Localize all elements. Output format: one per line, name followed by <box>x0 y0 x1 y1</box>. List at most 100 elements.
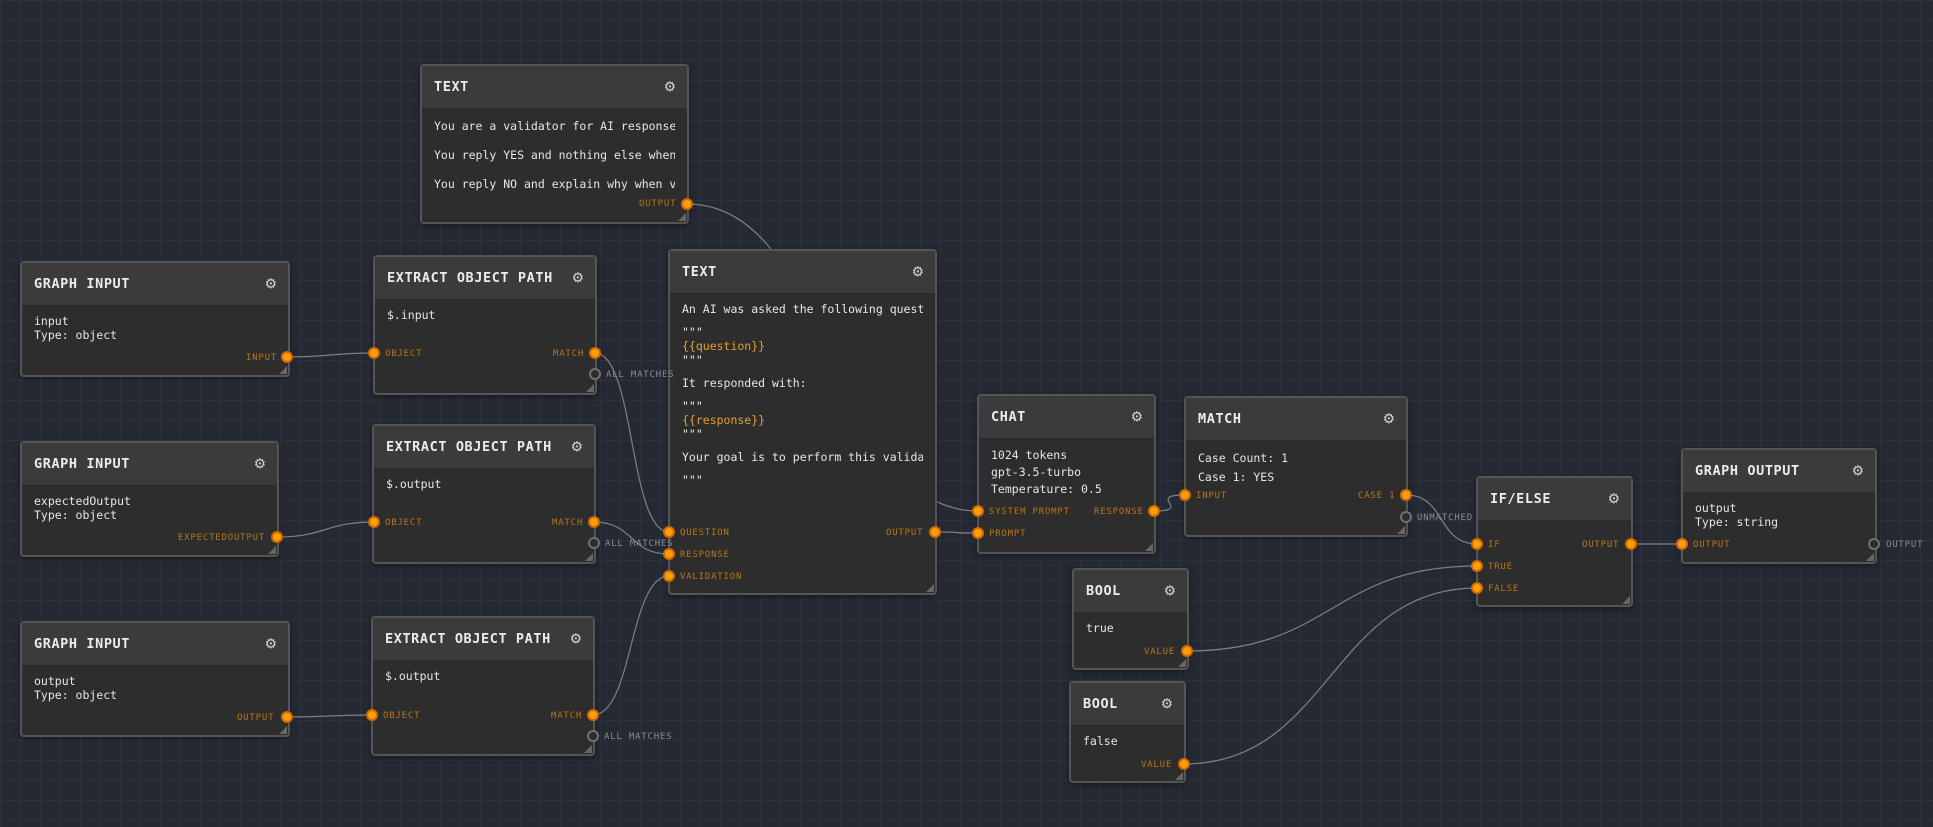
node-header[interactable]: EXTRACT OBJECT PATH ⚙ <box>374 426 594 469</box>
port-question[interactable] <box>663 526 675 538</box>
gear-icon[interactable]: ⚙ <box>1384 410 1394 428</box>
node-header[interactable]: GRAPH INPUT ⚙ <box>22 263 288 306</box>
node-title: GRAPH INPUT <box>34 635 131 652</box>
node-header[interactable]: BOOL ⚙ <box>1074 570 1187 613</box>
extract-object-path-node[interactable]: EXTRACT OBJECT PATH ⚙ $.output <box>371 616 595 756</box>
port-all-matches[interactable] <box>587 730 599 742</box>
case-value: Case 1: YES <box>1198 470 1275 484</box>
node-header[interactable]: MATCH ⚙ <box>1186 398 1406 441</box>
resize-handle[interactable] <box>1866 553 1874 561</box>
port-input[interactable] <box>1179 489 1191 501</box>
port-output[interactable] <box>281 711 293 723</box>
port-all-matches[interactable] <box>588 537 600 549</box>
node-header[interactable]: BOOL ⚙ <box>1071 683 1184 726</box>
port-validation[interactable] <box>663 570 675 582</box>
node-header[interactable]: TEXT ⚙ <box>422 66 687 109</box>
port-response[interactable] <box>1148 505 1160 517</box>
resize-handle[interactable] <box>279 726 287 734</box>
extract-object-path-node[interactable]: EXTRACT OBJECT PATH ⚙ $.input <box>373 255 597 395</box>
text-node-prompt[interactable]: TEXT ⚙ An AI was asked the following que… <box>668 249 937 595</box>
node-header[interactable]: GRAPH INPUT ⚙ <box>22 623 288 666</box>
port-object[interactable] <box>368 347 380 359</box>
text-line: Your goal is to perform this validation: <box>682 450 923 464</box>
gear-icon[interactable]: ⚙ <box>1162 695 1172 713</box>
resize-handle[interactable] <box>1397 526 1405 534</box>
node-title: GRAPH INPUT <box>34 275 131 292</box>
port-match[interactable] <box>588 516 600 528</box>
input-type: Type: object <box>34 328 118 342</box>
port-output[interactable] <box>929 526 941 538</box>
port-label-object: OBJECT <box>385 518 423 528</box>
port-unmatched[interactable] <box>1400 511 1412 523</box>
port-object[interactable] <box>366 709 378 721</box>
bool-value: false <box>1083 734 1118 748</box>
node-header[interactable]: CHAT ⚙ <box>979 396 1154 439</box>
bool-value: true <box>1086 621 1114 635</box>
resize-handle[interactable] <box>1175 772 1183 780</box>
port-case1[interactable] <box>1400 489 1412 501</box>
port-output[interactable] <box>1625 538 1637 550</box>
port-output[interactable] <box>1868 538 1880 550</box>
port-all-matches[interactable] <box>589 368 601 380</box>
text-line: An AI was asked the following question: <box>682 302 923 316</box>
resize-handle[interactable] <box>585 553 593 561</box>
port-input[interactable] <box>1676 538 1688 550</box>
port-false[interactable] <box>1471 582 1483 594</box>
resize-handle[interactable] <box>926 584 934 592</box>
port-if[interactable] <box>1471 538 1483 550</box>
port-value[interactable] <box>1178 758 1190 770</box>
node-header[interactable]: TEXT ⚙ <box>670 251 935 294</box>
node-header[interactable]: GRAPH INPUT ⚙ <box>22 443 277 486</box>
port-label-all-matches: ALL MATCHES <box>606 370 675 380</box>
port-label-all-matches: ALL MATCHES <box>604 732 673 742</box>
case-count: Case Count: 1 <box>1198 451 1289 465</box>
gear-icon[interactable]: ⚙ <box>665 78 675 96</box>
wire-true-to-true <box>1186 565 1478 652</box>
port-true[interactable] <box>1471 560 1483 572</box>
port-match[interactable] <box>587 709 599 721</box>
port-match[interactable] <box>589 347 601 359</box>
text-line: """ <box>682 475 703 486</box>
port-label-false: FALSE <box>1488 584 1520 594</box>
match-node[interactable]: MATCH ⚙ Case Count: 1 Case 1: YES <box>1184 396 1408 537</box>
gear-icon[interactable]: ⚙ <box>1853 462 1863 480</box>
resize-handle[interactable] <box>1145 543 1153 551</box>
gear-icon[interactable]: ⚙ <box>571 630 581 648</box>
node-title: EXTRACT OBJECT PATH <box>387 269 553 286</box>
gear-icon[interactable]: ⚙ <box>573 269 583 287</box>
resize-handle[interactable] <box>1622 596 1630 604</box>
port-output[interactable] <box>271 531 283 543</box>
resize-handle[interactable] <box>584 745 592 753</box>
node-header[interactable]: EXTRACT OBJECT PATH ⚙ <box>375 257 595 300</box>
port-output[interactable] <box>681 198 693 210</box>
resize-handle[interactable] <box>279 366 287 374</box>
gear-icon[interactable]: ⚙ <box>266 275 276 293</box>
output-id: output <box>1695 501 1737 515</box>
gear-icon[interactable]: ⚙ <box>266 635 276 653</box>
port-label-if: IF <box>1488 540 1501 550</box>
resize-handle[interactable] <box>678 213 686 221</box>
port-system-prompt[interactable] <box>972 505 984 517</box>
output-type: Type: string <box>1695 515 1779 529</box>
resize-handle[interactable] <box>268 546 276 554</box>
port-prompt[interactable] <box>972 527 984 539</box>
port-response[interactable] <box>663 548 675 560</box>
gear-icon[interactable]: ⚙ <box>1609 490 1619 508</box>
port-output[interactable] <box>281 351 293 363</box>
gear-icon[interactable]: ⚙ <box>255 455 265 473</box>
node-header[interactable]: EXTRACT OBJECT PATH ⚙ <box>373 618 593 661</box>
resize-handle[interactable] <box>586 384 594 392</box>
node-title: TEXT <box>434 78 469 95</box>
node-title: MATCH <box>1198 410 1242 427</box>
port-label-case1: CASE 1 <box>1358 491 1396 501</box>
port-object[interactable] <box>368 516 380 528</box>
port-value[interactable] <box>1181 645 1193 657</box>
gear-icon[interactable]: ⚙ <box>1132 408 1142 426</box>
gear-icon[interactable]: ⚙ <box>1165 582 1175 600</box>
node-header[interactable]: GRAPH OUTPUT ⚙ <box>1683 450 1875 493</box>
node-header[interactable]: IF/ELSE ⚙ <box>1478 478 1631 521</box>
gear-icon[interactable]: ⚙ <box>572 438 582 456</box>
resize-handle[interactable] <box>1178 659 1186 667</box>
extract-object-path-node[interactable]: EXTRACT OBJECT PATH ⚙ $.output <box>372 424 596 564</box>
gear-icon[interactable]: ⚙ <box>913 263 923 281</box>
